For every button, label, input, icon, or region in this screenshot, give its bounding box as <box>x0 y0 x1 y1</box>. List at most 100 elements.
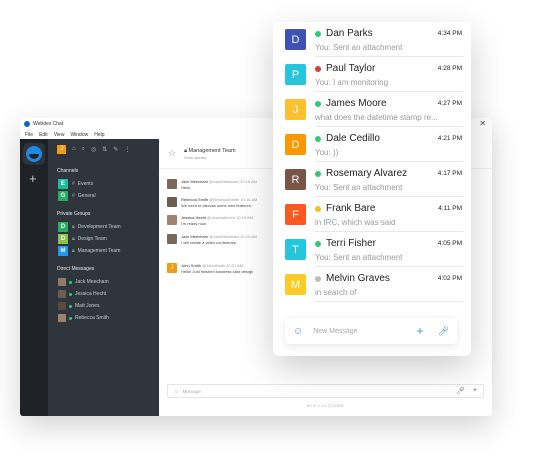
status-icon <box>315 31 321 37</box>
sidebar-item-development-team[interactable]: D 🔒︎ Development Team <box>48 221 159 233</box>
conversation-item[interactable]: F Frank Bare in IRC, which was said 4:11 PM <box>273 197 471 232</box>
mic-icon[interactable]: 🎤︎ <box>438 326 449 337</box>
avatar: J <box>167 263 177 273</box>
avatar <box>58 314 66 322</box>
online-status-icon <box>69 292 72 296</box>
avatar: P <box>285 64 306 85</box>
sort-icon[interactable]: ⇅ <box>102 146 107 153</box>
message-composer[interactable]: ☺ Message 🎤︎ + <box>167 384 484 398</box>
sidebar-item-events[interactable]: E # Events <box>48 178 159 190</box>
message-text: Hello <box>181 185 191 190</box>
sidebar-item-general[interactable]: G # General <box>48 190 159 202</box>
avatar: M <box>285 274 306 295</box>
room-topic: Work Issues <box>184 154 207 160</box>
promo-stage: Webdex Chat ✕ File Edit View Window Help… <box>0 0 540 463</box>
lock-icon: 🔒︎ <box>72 248 75 254</box>
direct-messages-title: Direct Messages <box>57 266 95 272</box>
channel-avatar: E <box>58 179 68 189</box>
mobile-chat-list: D Dan Parks You: Sent an attachment 4:34 PM… <box>273 22 471 356</box>
directory-icon[interactable]: ◎ <box>91 146 96 153</box>
sidebar-item-label: Design Team <box>77 236 107 242</box>
menu-view[interactable]: View <box>54 132 65 138</box>
emoji-icon[interactable]: ☺ <box>174 389 179 394</box>
conversation-item[interactable]: T Terri Fisher You: Sent an attachment 4:05… <box>273 232 471 267</box>
message-meta: Jack Meecham @JackMeecham 10:20 AM <box>181 234 257 239</box>
search-icon[interactable]: ⌕ <box>82 146 85 153</box>
add-server-icon[interactable]: + <box>29 172 37 185</box>
avatar: D <box>285 29 306 50</box>
timestamp: 4:27 PM <box>437 100 462 107</box>
conversation-item[interactable]: D Dan Parks You: Sent an attachment 4:34 PM <box>273 22 471 57</box>
new-message-composer[interactable]: ☺ New Message + 🎤︎ <box>285 318 457 344</box>
server-logo-icon[interactable] <box>26 146 42 162</box>
contact-name: Terri Fisher <box>326 238 377 249</box>
message-preview: You: Sent an attachment <box>315 253 403 262</box>
avatar <box>167 179 177 189</box>
timestamp: 4:02 PM <box>437 275 462 282</box>
group-avatar: M <box>58 246 68 256</box>
conversation-item[interactable]: M Melvin Graves in search of 4:02 PM <box>273 267 471 302</box>
close-icon[interactable]: ✕ <box>479 119 486 128</box>
conversation-item[interactable]: J James Moore what does the datetime stamp… <box>273 92 471 127</box>
menu-window[interactable]: Window <box>70 132 88 138</box>
avatar <box>58 302 66 310</box>
message: Rebecca Smith @RebeccaSmith 10:16 AM We … <box>167 197 277 208</box>
contact-name: James Moore <box>326 98 387 109</box>
sidebar-item-label: Management Team <box>77 248 121 254</box>
menu-file[interactable]: File <box>25 132 33 138</box>
contact-name: Rosemary Alvarez <box>326 168 408 179</box>
more-icon[interactable]: ⋮ <box>124 146 130 153</box>
sidebar-item-dm[interactable]: Matt Jones <box>48 300 159 312</box>
message-text: Hello! Just finished business card desig… <box>181 269 254 274</box>
sidebar: J ⌂ ⌕ ◎ ⇅ ✎ ⋮ Channels E # Events G # Ge… <box>48 139 159 416</box>
avatar: F <box>285 204 306 225</box>
status-icon <box>315 171 321 177</box>
mic-icon[interactable]: 🎤︎ <box>456 387 465 395</box>
sidebar-item-dm[interactable]: Rebecca Smith <box>48 312 159 324</box>
message-meta: Rebecca Smith @RebeccaSmith 10:16 AM <box>181 197 258 202</box>
message-text: We need to discuss some new features. <box>181 203 252 208</box>
sidebar-item-design-team[interactable]: D 🔒︎ Design Team <box>48 233 159 245</box>
timestamp: 4:34 PM <box>437 30 462 37</box>
user-avatar[interactable]: J <box>57 144 66 154</box>
add-icon[interactable]: + <box>473 387 477 395</box>
conversation-item[interactable]: D Dale Cedillo You: )) 4:21 PM <box>273 127 471 162</box>
star-icon[interactable]: ☆ <box>168 148 176 159</box>
avatar <box>167 234 177 244</box>
message-text: I'm ready now. <box>181 221 207 226</box>
message: J John Smith @JohnSmith 10:21 AM Hello! … <box>167 263 277 274</box>
avatar <box>167 197 177 207</box>
status-icon <box>315 101 321 107</box>
add-attachment-icon[interactable]: + <box>417 324 424 338</box>
sidebar-item-management-team[interactable]: M 🔒︎ Management Team <box>48 245 159 257</box>
hash-icon: # <box>72 181 75 187</box>
timestamp: 4:21 PM <box>437 135 462 142</box>
message-text: I will create a video conference. <box>181 240 238 245</box>
sidebar-item-dm[interactable]: Jack Meecham <box>48 276 159 288</box>
lock-icon: 🔒︎ <box>72 224 75 230</box>
sidebar-item-label: Events <box>77 181 94 187</box>
online-status-icon <box>69 280 72 284</box>
channel-avatar: G <box>58 191 68 201</box>
emoji-icon[interactable]: ☺ <box>293 326 303 337</box>
status-icon <box>315 66 321 72</box>
home-icon[interactable]: ⌂ <box>72 146 76 152</box>
sidebar-item-label: Rebecca Smith <box>75 315 109 321</box>
message-input[interactable]: Message <box>183 389 201 394</box>
menu-help[interactable]: Help <box>94 132 104 138</box>
conversation-item[interactable]: P Paul Taylor You: I am monitoring 4:28 PM <box>273 57 471 92</box>
timestamp: 4:05 PM <box>437 240 462 247</box>
conversation-item[interactable]: R Rosemary Alvarez You: Sent an attachment… <box>273 162 471 197</box>
message: Jack Meecham @JackMeecham 10:20 AM I wil… <box>167 234 277 245</box>
online-status-icon <box>69 304 72 308</box>
message-preview: You: Sent an attachment <box>315 43 403 52</box>
message-meta: Jack Meecham @JackMeecham 10:15 AM <box>181 179 257 184</box>
status-icon <box>315 136 321 142</box>
new-message-input[interactable]: New Message <box>313 328 357 335</box>
sidebar-item-dm[interactable]: Jessica Hecht <box>48 288 159 300</box>
compose-icon[interactable]: ✎ <box>113 146 118 153</box>
sidebar-item-label: Jessica Hecht <box>75 291 107 297</box>
menu-edit[interactable]: Edit <box>39 132 48 138</box>
status-icon <box>315 206 321 212</box>
formatting-toolbar[interactable]: B I S ◇ </> ⟨⟩ CODE <box>159 403 492 408</box>
